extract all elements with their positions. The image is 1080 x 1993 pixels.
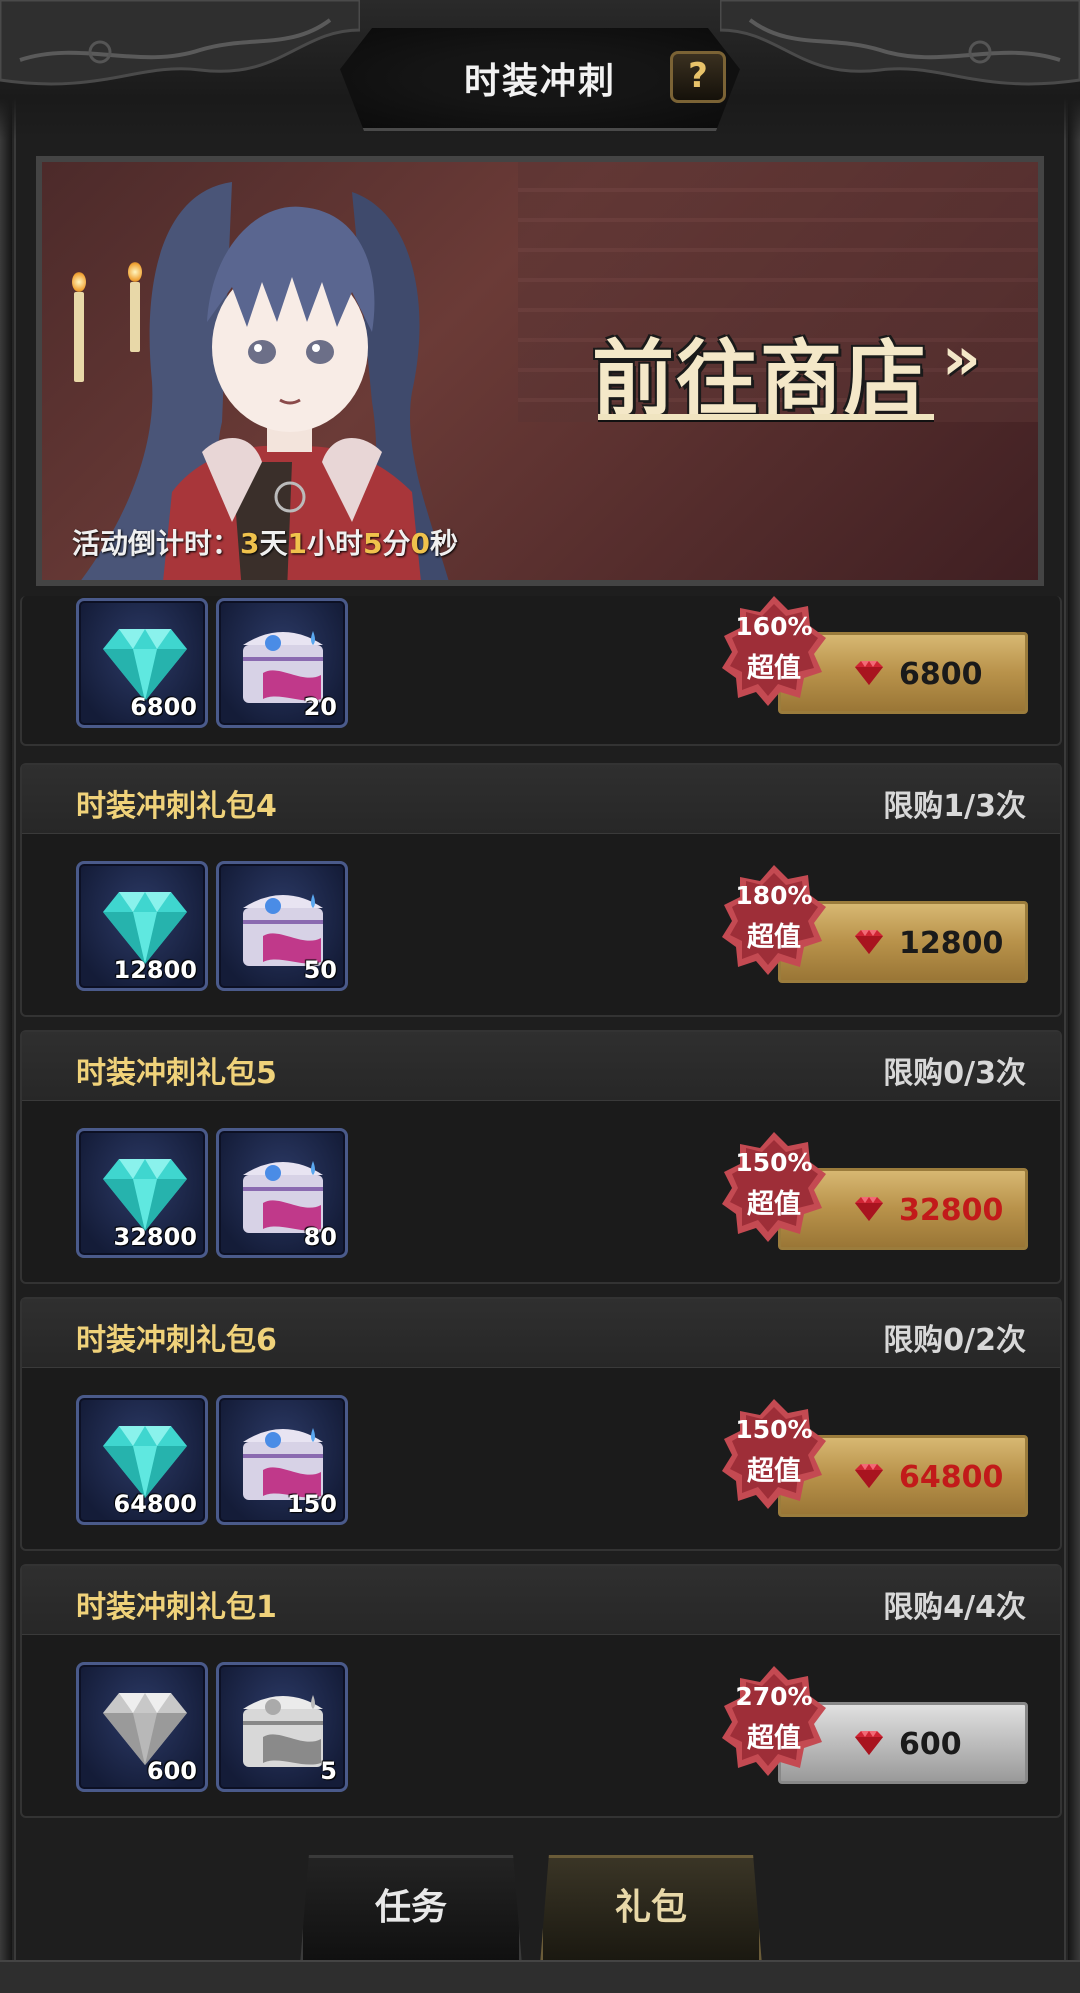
value-badge: 180% 超值: [722, 865, 826, 975]
bottom-tabs: 任务 礼包: [300, 1855, 780, 1965]
package-name: 时装冲刺礼包6: [76, 1323, 277, 1358]
reward-quantity: 64800: [113, 1490, 198, 1518]
gift-package-card: 6800 20 6800 160% 超值: [20, 596, 1062, 746]
gift-package-card: 时装冲刺礼包6 限购0/2次 64800 150 64800 150% 超值: [20, 1297, 1062, 1551]
ruby-icon: [855, 1464, 883, 1488]
package-header: 时装冲刺礼包6 限购0/2次: [22, 1299, 1060, 1368]
reward-item[interactable]: 20: [216, 598, 348, 728]
price-value: 32800: [899, 1193, 1004, 1228]
package-name: 时装冲刺礼包4: [76, 789, 277, 824]
ruby-icon: [855, 1731, 883, 1755]
reward-item[interactable]: 600: [76, 1662, 208, 1792]
badge-label: 超值: [747, 1723, 801, 1754]
reward-quantity: 80: [303, 1223, 337, 1251]
event-banner: 前往商店 » 活动倒计时：3天1小时5分0秒: [36, 156, 1044, 586]
bottom-frame: [0, 1960, 1080, 1993]
value-badge: 150% 超值: [722, 1132, 826, 1242]
help-button[interactable]: ?: [670, 51, 726, 103]
reward-item[interactable]: 50: [216, 861, 348, 991]
badge-label: 超值: [747, 1189, 801, 1220]
reward-item[interactable]: 12800: [76, 861, 208, 991]
reward-item[interactable]: 32800: [76, 1128, 208, 1258]
countdown-minutes-unit: 分: [382, 527, 411, 560]
reward-quantity: 150: [286, 1490, 337, 1518]
go-to-shop-link[interactable]: 前往商店 »: [592, 312, 1012, 427]
countdown-seconds: 0: [410, 527, 430, 560]
price-value: 12800: [899, 926, 1004, 961]
shop-link-underline: [598, 414, 934, 420]
package-name: 时装冲刺礼包5: [76, 1056, 277, 1091]
frame-border-right: [1068, 90, 1080, 1970]
header: 时装冲刺 ?: [0, 0, 1080, 140]
purchase-limit: 限购1/3次: [883, 789, 1026, 824]
reward-quantity: 20: [303, 693, 337, 721]
countdown-prefix: 活动倒计时：: [72, 527, 241, 560]
badge-percent: 150%: [735, 1415, 813, 1444]
purchase-limit: 限购0/2次: [883, 1323, 1026, 1358]
countdown-hours-unit: 小时: [307, 527, 364, 560]
reward-item[interactable]: 80: [216, 1128, 348, 1258]
package-header: 时装冲刺礼包5 限购0/3次: [22, 1032, 1060, 1101]
tab-gift-packs[interactable]: 礼包: [540, 1855, 762, 1965]
ruby-icon: [855, 661, 883, 685]
reward-item[interactable]: 5: [216, 1662, 348, 1792]
package-header: 时装冲刺礼包4 限购1/3次: [22, 765, 1060, 834]
gift-package-card: 时装冲刺礼包4 限购1/3次 12800 50 12800 180% 超值: [20, 763, 1062, 1017]
page-title: 时装冲刺: [463, 61, 616, 102]
tab-tasks[interactable]: 任务: [300, 1855, 522, 1965]
purchase-limit: 限购0/3次: [883, 1056, 1026, 1091]
gift-package-card: 时装冲刺礼包1 限购4/4次 600 5 600 270% 超值: [20, 1564, 1062, 1818]
badge-label: 超值: [747, 922, 801, 953]
reward-quantity: 32800: [113, 1223, 198, 1251]
costume-chest-grey-icon: [241, 1693, 325, 1769]
package-header: 时装冲刺礼包1 限购4/4次: [22, 1566, 1060, 1635]
package-name: 时装冲刺礼包1: [76, 1590, 277, 1625]
countdown-minutes: 5: [363, 527, 383, 560]
reward-quantity: 600: [146, 1757, 197, 1785]
price-value: 64800: [899, 1460, 1004, 1495]
value-badge: 270% 超值: [722, 1666, 826, 1776]
reward-item[interactable]: 64800: [76, 1395, 208, 1525]
reward-item[interactable]: 150: [216, 1395, 348, 1525]
ornament-left-icon: [0, 0, 360, 86]
reward-item[interactable]: 6800: [76, 598, 208, 728]
badge-percent: 270%: [735, 1682, 813, 1711]
countdown-hours: 1: [287, 527, 307, 560]
value-badge: 150% 超值: [722, 1399, 826, 1509]
reward-quantity: 50: [303, 956, 337, 984]
frame-border-left: [0, 90, 12, 1970]
price-value: 6800: [899, 657, 983, 692]
ornament-right-icon: [720, 0, 1080, 86]
badge-percent: 180%: [735, 881, 813, 910]
badge-percent: 160%: [735, 612, 813, 641]
price-value: 600: [899, 1727, 962, 1762]
ruby-icon: [855, 1197, 883, 1221]
reward-quantity: 5: [320, 1757, 337, 1785]
badge-label: 超值: [747, 653, 801, 684]
badge-label: 超值: [747, 1456, 801, 1487]
countdown-seconds-unit: 秒: [430, 527, 459, 560]
countdown-days: 3: [240, 527, 260, 560]
value-badge: 160% 超值: [722, 596, 826, 706]
reward-quantity: 12800: [113, 956, 198, 984]
reward-quantity: 6800: [130, 693, 197, 721]
ruby-icon: [855, 930, 883, 954]
event-countdown: 活动倒计时：3天1小时5分0秒: [72, 522, 458, 562]
badge-percent: 150%: [735, 1148, 813, 1177]
gift-package-card: 时装冲刺礼包5 限购0/3次 32800 80 32800 150% 超值: [20, 1030, 1062, 1284]
double-chevron-right-icon: »: [942, 324, 981, 394]
countdown-days-unit: 天: [259, 527, 288, 560]
purchase-limit: 限购4/4次: [883, 1590, 1026, 1625]
